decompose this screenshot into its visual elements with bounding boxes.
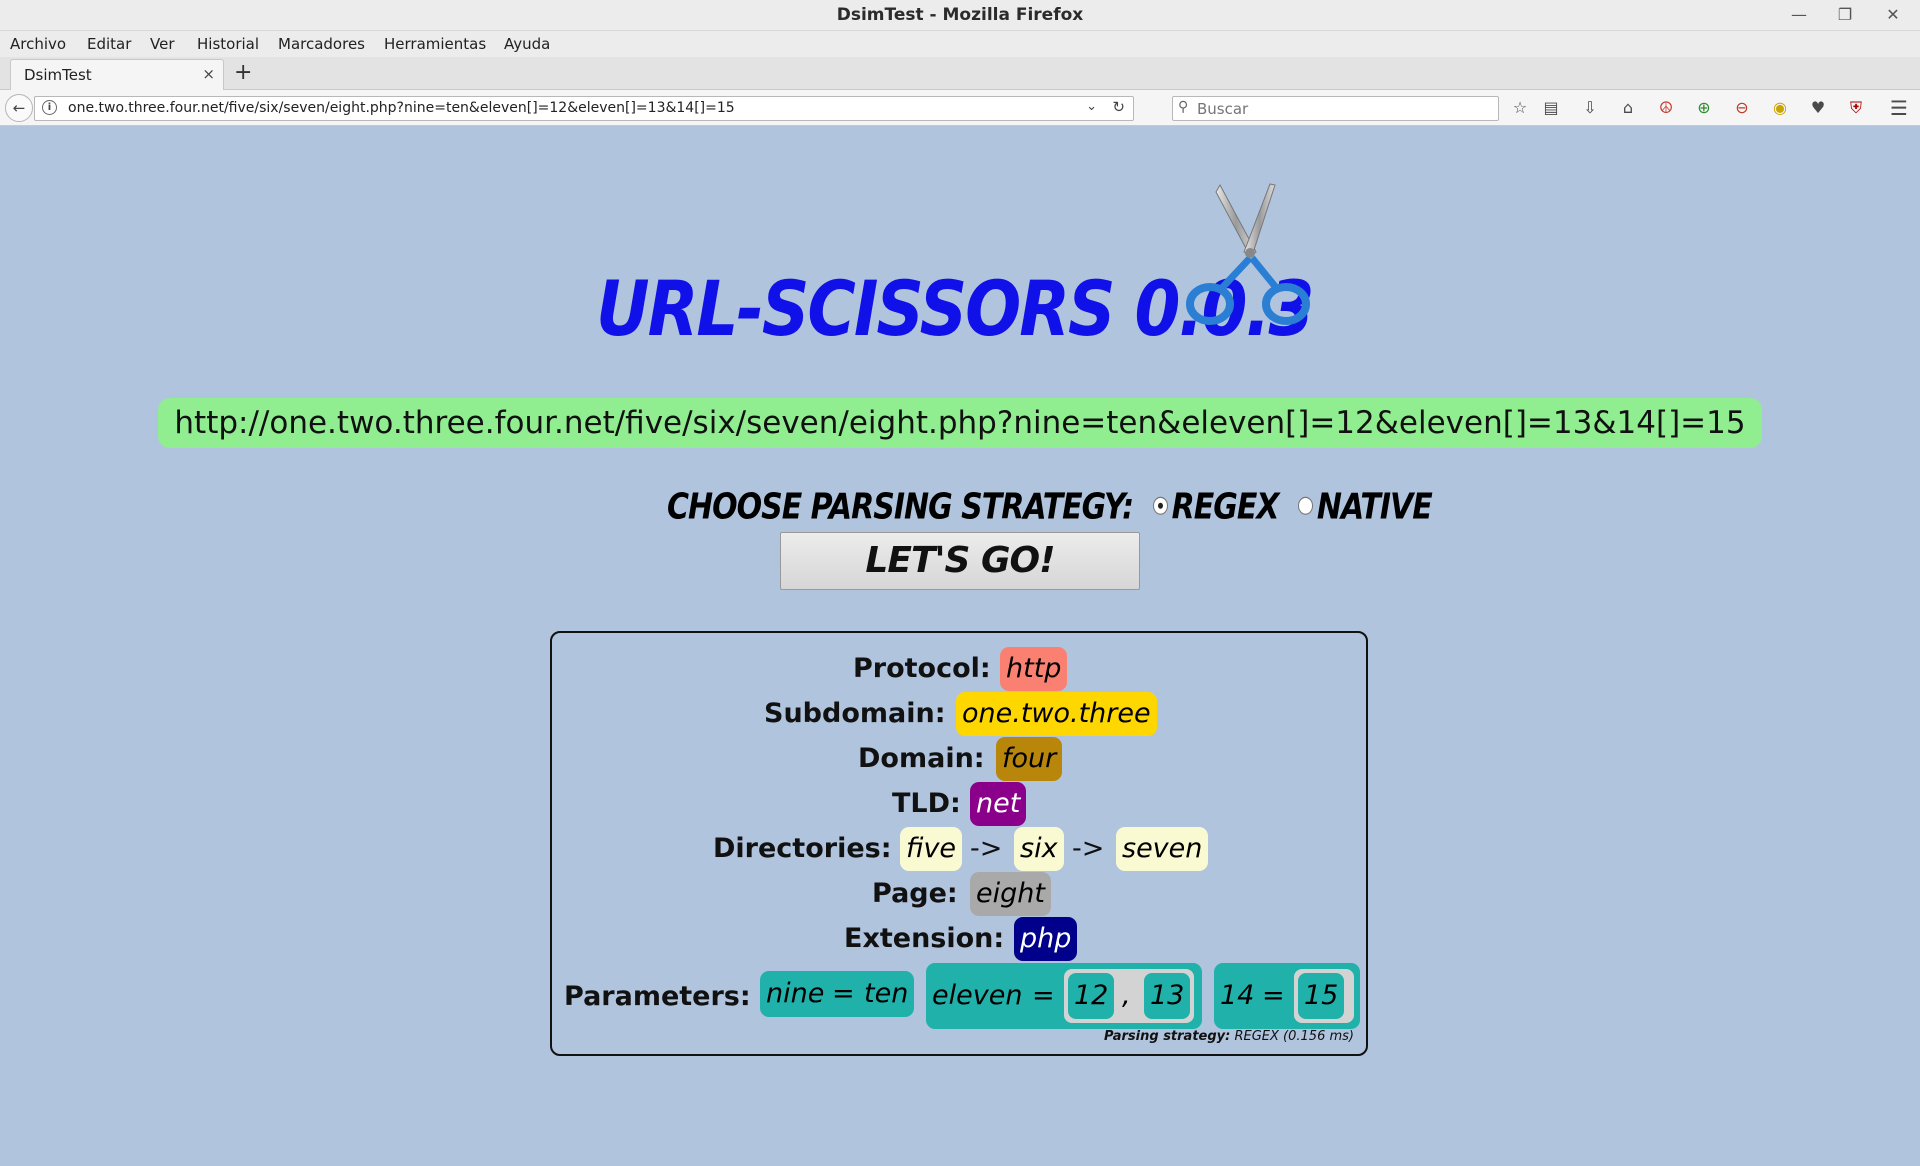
url-bar[interactable]: i one.two.three.four.net/five/six/seven/… [34,96,1134,121]
new-tab-button[interactable]: + [234,60,252,85]
menu-marcadores[interactable]: Marcadores [278,35,365,53]
menu-ayuda[interactable]: Ayuda [504,35,550,53]
directory-value: seven [1116,827,1209,871]
zoom-reset-icon[interactable]: ◉ [1768,96,1792,120]
directory-separator: -> [1072,833,1105,864]
domain-value: four [996,737,1063,781]
info-icon[interactable]: i [42,100,57,115]
extension-value: php [1014,917,1078,961]
url-text[interactable]: one.two.three.four.net/five/six/seven/ei… [68,100,735,116]
result-subdomain: Subdomain: one.two.three [552,692,1366,736]
result-parameters: Parameters: nine = ten eleven = 12 , 13 … [552,963,1366,1033]
param-key: eleven [932,980,1023,1011]
domain-label: Domain: [858,743,985,774]
result-page: Page: eight [552,872,1366,916]
menu-historial[interactable]: Historial [197,35,259,53]
result-domain: Domain: four [552,737,1366,781]
zoom-in-icon[interactable]: ⊕ [1692,96,1716,120]
pocket-icon[interactable]: ♥ [1806,96,1830,120]
window-titlebar: DsimTest - Mozilla Firefox — ❐ ✕ [0,0,1920,31]
option-regex[interactable]: REGEX [1172,486,1280,528]
hamburger-menu-icon[interactable]: ☰ [1887,96,1911,120]
menu-herramientas[interactable]: Herramientas [384,35,486,53]
param-array-value: 13 [1144,973,1191,1019]
home-icon[interactable]: ⌂ [1616,96,1640,120]
param-array-box: 12 , 13 [1064,969,1194,1023]
param-value: ten [864,978,909,1009]
result-directories: Directories: five -> six -> seven [552,827,1366,871]
navigation-toolbar: ← i one.two.three.four.net/five/six/seve… [0,90,1920,126]
tab-strip: DsimTest × + [0,57,1920,90]
parameter-eleven: eleven = 12 , 13 [926,963,1202,1029]
param-equals: = [832,978,855,1009]
option-native[interactable]: NATIVE [1317,486,1433,528]
close-tab-icon[interactable]: × [202,65,215,83]
directory-separator: -> [970,833,1003,864]
results-panel: Protocol: http Subdomain: one.two.three … [550,631,1368,1056]
result-tld: TLD: net [552,782,1366,826]
zoom-out-icon[interactable]: ⊖ [1730,96,1754,120]
ublock-icon[interactable]: ⛨ [1844,96,1868,120]
param-array-value: 15 [1298,973,1345,1019]
param-equals: = [1032,980,1055,1011]
param-array-value: 12 [1068,973,1115,1019]
param-key: 14 [1220,980,1255,1011]
page-label: Page: [872,878,958,909]
tld-value: net [970,782,1027,826]
subdomain-label: Subdomain: [764,698,946,729]
url-dropdown-icon[interactable]: ⌄ [1086,99,1097,114]
extension-label: Extension: [844,923,1005,954]
directories-label: Directories: [713,833,892,864]
scissors-icon [1186,183,1310,325]
tab-dsimtest[interactable]: DsimTest × [10,59,224,90]
search-icon: ⚲ [1178,99,1189,115]
param-array-separator: , [1122,980,1131,1011]
window-title: DsimTest - Mozilla Firefox [836,5,1084,25]
close-window-icon[interactable]: ✕ [1878,4,1908,26]
back-arrow-icon[interactable]: ← [5,94,33,122]
parsing-strategy-footer: Parsing strategy: REGEX (0.156 ms) [1104,1029,1354,1044]
footer-label: Parsing strategy: [1104,1029,1231,1044]
tab-label: DsimTest [24,66,92,84]
peace-sign-icon[interactable]: ☮ [1654,96,1678,120]
param-equals: = [1262,980,1285,1011]
protocol-value: http [1000,647,1068,691]
search-box[interactable]: ⚲ [1172,96,1499,121]
footer-value: REGEX (0.156 ms) [1234,1029,1354,1044]
menu-editar[interactable]: Editar [87,35,131,53]
radio-native[interactable] [1297,496,1313,515]
result-extension: Extension: php [552,917,1366,961]
reading-list-icon[interactable]: ▤ [1539,96,1563,120]
search-input[interactable] [1195,98,1489,120]
tld-label: TLD: [892,788,961,819]
restore-icon[interactable]: ❐ [1830,4,1860,26]
parameter-nine: nine = ten [760,971,914,1017]
bookmark-star-icon[interactable]: ☆ [1508,96,1532,120]
parsed-url-display: http://one.two.three.four.net/five/six/s… [158,398,1762,448]
subdomain-value: one.two.three [956,692,1157,736]
param-key: nine [766,978,825,1009]
protocol-label: Protocol: [853,653,991,684]
page-value: eight [970,872,1051,916]
radio-regex[interactable] [1152,496,1168,515]
menu-bar: Archivo Editar Ver Historial Marcadores … [0,31,1920,57]
directory-value: five [900,827,963,871]
strategy-label: CHOOSE PARSING STRATEGY: [667,486,1134,528]
menu-archivo[interactable]: Archivo [10,35,66,53]
menu-ver[interactable]: Ver [150,35,175,53]
parameters-label: Parameters: [564,981,751,1012]
minimize-icon[interactable]: — [1784,4,1814,26]
param-array-box: 15 [1294,969,1354,1023]
directory-value: six [1014,827,1064,871]
reload-icon[interactable]: ↻ [1112,98,1125,116]
downloads-icon[interactable]: ⇩ [1578,96,1602,120]
result-protocol: Protocol: http [552,647,1366,691]
lets-go-button[interactable]: LET'S GO! [780,532,1140,590]
parameter-14: 14 = 15 [1214,963,1360,1029]
